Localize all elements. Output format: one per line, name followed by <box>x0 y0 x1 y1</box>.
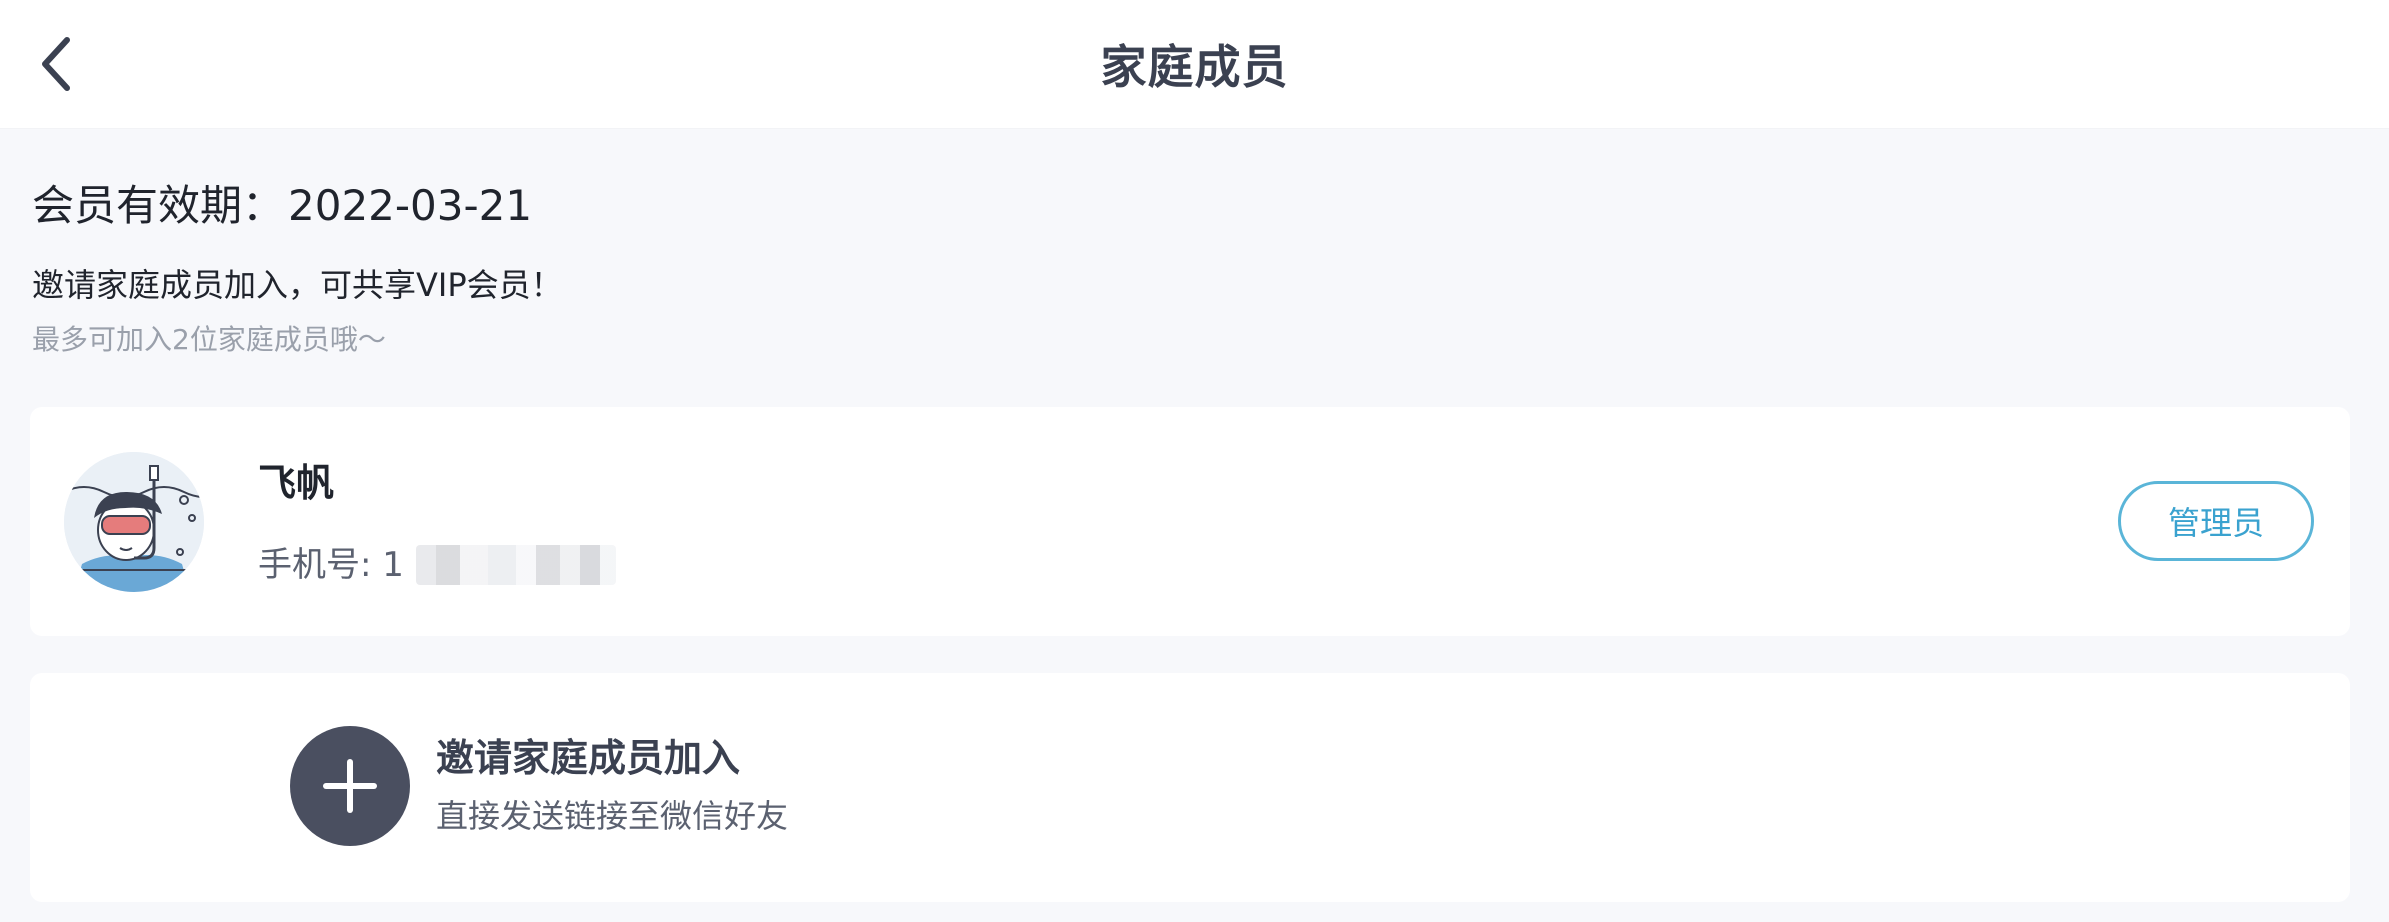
admin-badge[interactable]: 管理员 <box>2118 481 2314 561</box>
member-phone: 手机号: 1 <box>258 537 616 593</box>
snorkel-diver-avatar <box>64 452 204 592</box>
avatar <box>64 452 204 592</box>
add-member-button[interactable] <box>290 726 410 846</box>
phone-redacted <box>415 545 616 585</box>
top-bar: 家庭成员 <box>0 0 2389 128</box>
plus-icon <box>323 759 377 813</box>
membership-date: 2022-03-21 <box>288 181 533 230</box>
phone-label: 手机号: 1 <box>258 545 404 585</box>
page-title: 家庭成员 <box>1100 40 1289 94</box>
member-name: 飞帆 <box>258 461 335 505</box>
invite-member-card[interactable]: 邀请家庭成员加入 直接发送链接至微信好友 <box>30 673 2350 902</box>
invite-subtitle: 直接发送链接至微信好友 <box>436 797 789 835</box>
invite-title: 邀请家庭成员加入 <box>436 736 741 780</box>
member-limit-text: 最多可加入2位家庭成员哦～ <box>32 323 386 356</box>
membership-expiry: 会员有效期：2022-03-21 <box>32 176 532 236</box>
member-card: 飞帆 手机号: 1 管理员 <box>30 407 2350 636</box>
share-vip-text: 邀请家庭成员加入，可共享VIP会员！ <box>32 266 563 304</box>
membership-label: 会员有效期： <box>32 181 285 230</box>
